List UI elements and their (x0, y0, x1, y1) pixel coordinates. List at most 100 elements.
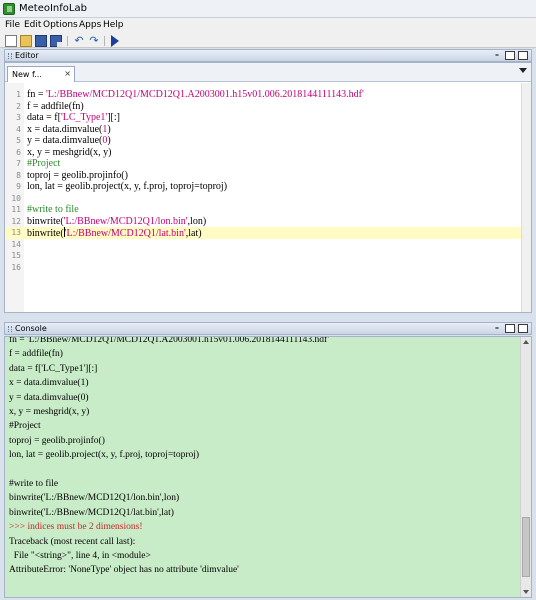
code-token: 'L:/BBnew/MCD12Q1/MCD12Q1.A2003001.h15v0… (45, 89, 364, 100)
menu-file[interactable]: File (5, 20, 20, 30)
menu-edit[interactable]: Edit (24, 20, 41, 30)
scrollbar-thumb[interactable] (522, 517, 530, 577)
code-line[interactable]: 13 binwrite('L:/BBnew/MCD12Q1/lat.bin',la… (5, 227, 521, 239)
line-number: 8 (16, 170, 21, 180)
code-token: #Project (27, 158, 61, 169)
menu-help[interactable]: Help (103, 20, 124, 30)
toolbar: ↶ ↷ (0, 34, 536, 48)
editor-tab-strip: New f... × (5, 63, 531, 82)
code-token: x = data.dimvalue( (27, 123, 103, 135)
console-line: lon, lat = geolib.project(x, y, f.proj, … (9, 450, 200, 461)
code-line[interactable]: 16 (5, 262, 521, 274)
undo-icon[interactable]: ↶ (73, 35, 85, 47)
code-token: lon, lat = geolib.project(x, y, f.proj, … (27, 181, 228, 192)
save-icon[interactable] (35, 35, 47, 47)
code-token: ) (107, 123, 111, 135)
code-line[interactable]: 10 (5, 193, 521, 205)
editor-panel-header: Editor – (4, 49, 532, 62)
save-all-icon[interactable] (50, 35, 62, 47)
tab-label: New f... (12, 70, 42, 79)
minimize-icon[interactable]: – (492, 324, 502, 333)
console-output[interactable]: fn = 'L:/BBnew/MCD12Q1/MCD12Q1.A2003001.… (4, 336, 532, 598)
console-line: File "<string>", line 4, in <module> (9, 551, 151, 561)
code-token: binwrite( (27, 228, 64, 239)
code-token: ,lat) (185, 228, 202, 239)
menu-bar: File Edit Options Apps Help (0, 18, 536, 34)
code-token: ,lon) (187, 215, 207, 227)
code-text: #Project (27, 158, 60, 170)
code-line[interactable]: 9 lon, lat = geolib.project(x, y, f.proj,… (5, 181, 521, 193)
code-token: ) (107, 135, 111, 146)
line-number: 12 (11, 216, 21, 226)
code-token: y = data.dimvalue( (27, 135, 103, 146)
console-scrollbar[interactable] (520, 337, 531, 597)
code-line[interactable]: 2 f = addfile(fn) (5, 101, 521, 113)
code-token: toproj = geolib.projinfo() (27, 169, 128, 181)
maximize-icon[interactable] (518, 324, 528, 333)
new-file-icon[interactable] (5, 35, 17, 47)
code-line[interactable]: 5 y = data.dimvalue(0) (5, 135, 521, 147)
float-window-icon[interactable] (505, 51, 515, 60)
toolbar-divider (104, 36, 105, 46)
console-line: AttributeError: 'NoneType' object has no… (9, 565, 239, 576)
code-text: #write to file (27, 204, 79, 216)
menu-apps[interactable]: Apps (79, 20, 101, 30)
line-number: 11 (11, 205, 21, 214)
console-line: binwrite('L:/BBnew/MCD12Q1/lat.bin',lat) (9, 507, 174, 518)
tab-new-file[interactable]: New f... × (7, 66, 75, 82)
menu-options[interactable]: Options (43, 20, 78, 30)
open-folder-icon[interactable] (20, 35, 32, 47)
scroll-down-icon[interactable] (523, 590, 529, 594)
line-number: 13 (11, 228, 21, 237)
console-panel-title: Console (15, 324, 47, 333)
code-token: ][:] (107, 112, 120, 123)
code-line[interactable]: 15 (5, 250, 521, 262)
code-line[interactable]: 1 fn = 'L:/BBnew/MCD12Q1/MCD12Q1.A2003001… (5, 89, 521, 101)
code-line[interactable]: 11 #write to file (5, 204, 521, 216)
line-number: 7 (16, 159, 21, 168)
code-token: f = addfile(fn) (27, 100, 84, 112)
redo-icon[interactable]: ↷ (88, 35, 100, 47)
code-token: binwrite( (27, 215, 64, 227)
code-line[interactable]: 8 toproj = geolib.projinfo() (5, 170, 521, 182)
code-line[interactable]: 12 binwrite('L:/BBnew/MCD12Q1/lon.bin',lo… (5, 216, 521, 228)
line-number: 9 (16, 182, 21, 191)
code-line[interactable]: 14 (5, 239, 521, 251)
code-token: fn = (27, 89, 46, 100)
close-icon[interactable]: × (64, 69, 71, 78)
grip-icon[interactable] (8, 326, 12, 332)
line-number: 4 (16, 124, 21, 134)
code-token: 'L:/BBnew/MCD12Q1/lat.bin' (64, 228, 186, 239)
code-text: x, y = meshgrid(x, y) (27, 147, 112, 159)
code-text: f = addfile(fn) (27, 101, 84, 113)
code-token: x, y = meshgrid(x, y) (27, 146, 112, 158)
code-line[interactable]: 4 x = data.dimvalue(1) (5, 124, 521, 136)
console-line: y = data.dimvalue(0) (9, 392, 89, 403)
code-editor[interactable]: 1 fn = 'L:/BBnew/MCD12Q1/MCD12Q1.A2003001… (5, 83, 531, 312)
line-number: 5 (16, 136, 21, 145)
code-token: 'LC_Type1' (60, 112, 108, 123)
title-bar: MeteoInfoLab (0, 0, 536, 18)
float-window-icon[interactable] (505, 324, 515, 333)
code-line[interactable]: 6 x, y = meshgrid(x, y) (5, 147, 521, 159)
maximize-icon[interactable] (518, 51, 528, 60)
code-text: binwrite('L:/BBnew/MCD12Q1/lon.bin',lon) (27, 216, 206, 228)
chevron-down-icon[interactable] (519, 68, 527, 73)
code-line[interactable]: 3 data = f['LC_Type1'][:] (5, 112, 521, 124)
line-number: 16 (11, 262, 21, 272)
code-text: lon, lat = geolib.project(x, y, f.proj, … (27, 181, 227, 193)
grip-icon[interactable] (8, 53, 12, 59)
code-text: y = data.dimvalue(0) (27, 135, 111, 147)
code-text: toproj = geolib.projinfo() (27, 170, 128, 182)
line-number: 6 (16, 147, 21, 157)
code-token: #write to file (27, 204, 79, 215)
line-number: 2 (16, 101, 21, 111)
scroll-up-icon[interactable] (523, 340, 529, 344)
console-line: toproj = geolib.projinfo() (9, 435, 105, 446)
minimize-icon[interactable]: – (492, 51, 502, 60)
run-icon[interactable] (111, 35, 119, 47)
line-number: 1 (16, 90, 21, 99)
editor-scrollbar[interactable] (521, 83, 531, 312)
console-line: #Project (9, 421, 41, 432)
code-line[interactable]: 7 #Project (5, 158, 521, 170)
